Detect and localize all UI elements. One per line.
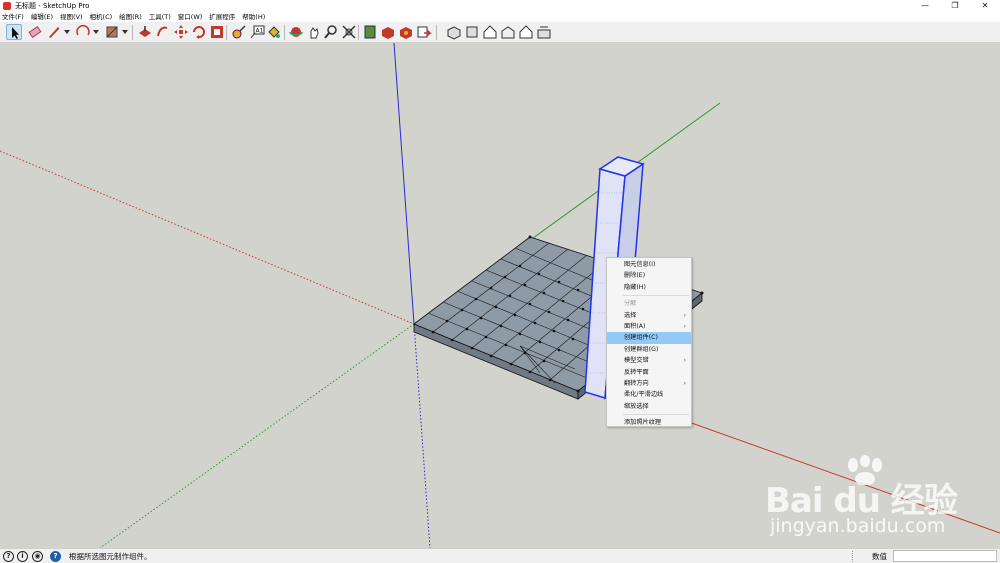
ctx-make-group[interactable]: 创建群组(G)	[607, 344, 691, 355]
ctx-select[interactable]: 选择 ›	[607, 310, 691, 321]
baidu-jingyan-watermark: Bai du 经验 jingyan.baidu.com	[765, 455, 965, 545]
ctx-delete[interactable]: 删除(E)	[607, 270, 691, 281]
submenu-arrow-icon: ›	[683, 379, 686, 387]
blue-axis-positive	[393, 43, 415, 325]
arc-tool-icon[interactable]	[75, 24, 91, 40]
status-message: 根据所选图元制作组件。	[69, 552, 152, 561]
rectangle-tool-icon[interactable]	[104, 24, 120, 40]
right-view-icon[interactable]	[500, 24, 516, 40]
select-tool-icon[interactable]	[6, 24, 22, 40]
3d-warehouse-icon[interactable]	[362, 24, 378, 40]
follow-me-tool-icon[interactable]	[155, 24, 171, 40]
pencil-tool-icon[interactable]	[46, 24, 62, 40]
status-grip	[852, 551, 860, 562]
menu-window[interactable]: 窗口(W)	[178, 12, 203, 22]
blue-axis-negative	[413, 323, 431, 548]
rectangle-dropdown-arrow-icon[interactable]	[122, 30, 128, 34]
help-icon[interactable]: ?	[3, 551, 14, 562]
menu-edit[interactable]: 编辑(E)	[31, 12, 53, 22]
menu-camera[interactable]: 相机(C)	[90, 12, 113, 22]
ctx-hide[interactable]: 隐藏(H)	[607, 282, 691, 293]
context-menu: 图元信息(I) 删除(E) 隐藏(H) 分解 选择 › 面积(A) › 创建组件(C…	[606, 257, 692, 427]
text-tool-icon[interactable]: A1	[249, 24, 265, 40]
ctx-reverse-faces[interactable]: 反转平面	[607, 367, 691, 378]
red-axis-negative	[0, 150, 415, 325]
ctx-area[interactable]: 面积(A) ›	[607, 321, 691, 332]
restore-button[interactable]: ❐	[940, 0, 970, 12]
ctx-flip-label: 翻转方向	[624, 379, 649, 387]
layout-icon[interactable]	[398, 24, 414, 40]
scale-tool-icon[interactable]	[209, 24, 225, 40]
measurements-label: 数值	[872, 552, 887, 561]
ctx-add-photo-texture[interactable]: 添加照片纹理	[607, 417, 691, 428]
svg-text:A1: A1	[256, 28, 264, 35]
menu-tools[interactable]: 工具(T)	[149, 12, 171, 22]
ctx-zoom-selection[interactable]: 缩放选择	[607, 401, 691, 412]
close-button[interactable]: ✕	[970, 0, 1000, 12]
title-bar: 无标题 - SketchUp Pro — ❐ ✕	[0, 0, 1000, 12]
pan-tool-icon[interactable]	[306, 24, 322, 40]
menu-help[interactable]: 帮助(H)	[242, 12, 265, 22]
move-tool-icon[interactable]	[173, 24, 189, 40]
rotate-tool-icon[interactable]	[191, 24, 207, 40]
minimize-button[interactable]: —	[910, 0, 940, 12]
sketchup-app-icon	[3, 2, 11, 10]
info-icon[interactable]: i	[17, 551, 28, 562]
green-axis-negative	[99, 323, 415, 548]
ctx-soften-edges[interactable]: 柔化/平滑边线	[607, 389, 691, 400]
zoom-extents-tool-icon[interactable]	[341, 24, 357, 40]
zoom-tool-icon[interactable]	[323, 24, 339, 40]
eraser-tool-icon[interactable]	[27, 24, 43, 40]
main-toolbar: A1	[0, 22, 1000, 43]
pencil-dropdown-arrow-icon[interactable]	[64, 30, 70, 34]
extension-warehouse-icon[interactable]	[380, 24, 396, 40]
tape-measure-tool-icon[interactable]	[231, 24, 247, 40]
ctx-separator	[623, 414, 689, 416]
user-icon[interactable]: ◉	[32, 551, 43, 562]
ctx-make-component[interactable]: 创建组件(C)	[607, 332, 691, 344]
arc-dropdown-arrow-icon[interactable]	[93, 30, 99, 34]
submenu-arrow-icon: ›	[683, 311, 686, 319]
send-to-layout-icon[interactable]	[416, 24, 432, 40]
window-controls: — ❐ ✕	[910, 0, 1000, 12]
ctx-area-label: 面积(A)	[624, 322, 646, 330]
window-title: 无标题 - SketchUp Pro	[15, 2, 90, 10]
ctx-intersect-faces[interactable]: 模型交错 ›	[607, 355, 691, 366]
measurements-input[interactable]	[893, 550, 997, 562]
iso-view-icon[interactable]	[446, 24, 462, 40]
ctx-intersect-label: 模型交错	[624, 357, 649, 365]
ctx-entity-info[interactable]: 图元信息(I)	[607, 259, 691, 270]
ctx-flip-along[interactable]: 翻转方向 ›	[607, 378, 691, 389]
ctx-select-label: 选择	[624, 311, 637, 319]
menu-bar: 文件(F) 编辑(E) 视图(V) 相机(C) 绘图(R) 工具(T) 窗口(W…	[0, 12, 1000, 22]
left-view-icon[interactable]	[536, 24, 552, 40]
menu-view[interactable]: 视图(V)	[60, 12, 83, 22]
ctx-separator	[623, 295, 689, 297]
menu-extensions[interactable]: 扩展程序	[209, 12, 235, 22]
submenu-arrow-icon: ›	[683, 357, 686, 365]
orbit-tool-icon[interactable]	[288, 24, 304, 40]
watermark-url: jingyan.baidu.com	[770, 515, 946, 537]
menu-draw[interactable]: 绘图(R)	[119, 12, 142, 22]
paint-bucket-tool-icon[interactable]	[266, 24, 282, 40]
ctx-explode: 分解	[624, 300, 637, 308]
back-view-icon[interactable]	[518, 24, 534, 40]
push-pull-tool-icon[interactable]	[137, 24, 153, 40]
front-view-icon[interactable]	[482, 24, 498, 40]
submenu-arrow-icon: ›	[683, 322, 686, 330]
status-bar: ? i ◉ ? 根据所选图元制作组件。 数值	[0, 548, 1000, 563]
menu-file[interactable]: 文件(F)	[2, 12, 24, 22]
top-view-icon[interactable]	[464, 24, 480, 40]
instructor-icon[interactable]: ?	[50, 551, 61, 562]
